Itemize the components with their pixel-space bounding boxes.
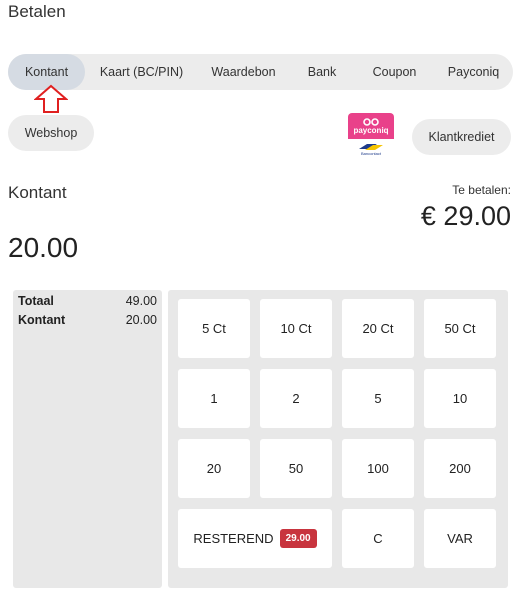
payconiq-logo-text: payconiq <box>353 125 389 135</box>
key-5[interactable]: 5 <box>342 369 414 428</box>
summary-value: 49.00 <box>125 294 157 308</box>
key-2[interactable]: 2 <box>260 369 332 428</box>
resterend-label: RESTEREND <box>193 531 274 546</box>
key-5ct[interactable]: 5 Ct <box>178 299 250 358</box>
bancontact-label: Bancontact <box>360 150 381 156</box>
key-100[interactable]: 100 <box>342 439 414 498</box>
page-title: Betalen <box>8 2 66 21</box>
summary-label: Totaal <box>18 294 54 308</box>
payconiq-infinity-icon <box>363 117 379 126</box>
method-coupon[interactable]: Coupon <box>355 54 434 90</box>
bancontact-icon <box>359 143 383 150</box>
remaining-badge: 29.00 <box>279 529 317 548</box>
method-kaart[interactable]: Kaart (BC/PIN) <box>85 54 198 90</box>
key-50[interactable]: 50 <box>260 439 332 498</box>
arrow-up-icon <box>34 84 68 113</box>
method-klantkrediet[interactable]: Klantkrediet <box>412 119 511 155</box>
key-50ct[interactable]: 50 Ct <box>424 299 496 358</box>
payment-method-bar: Kontant Kaart (BC/PIN) Waardebon Bank Co… <box>8 54 513 90</box>
method-bank[interactable]: Bank <box>289 54 355 90</box>
summary-value: 20.00 <box>125 313 157 327</box>
method-webshop[interactable]: Webshop <box>8 115 94 151</box>
key-10ct[interactable]: 10 Ct <box>260 299 332 358</box>
summary-row: Totaal 49.00 <box>18 294 157 308</box>
method-payconiq[interactable]: Payconiq <box>434 54 513 90</box>
amount-due-value: € 29.00 <box>420 201 511 231</box>
key-20ct[interactable]: 20 Ct <box>342 299 414 358</box>
key-clear[interactable]: C <box>342 509 414 568</box>
amount-due-label: Te betalen: <box>452 183 511 197</box>
summary-row: Kontant 20.00 <box>18 313 157 327</box>
cash-keypad: 5 Ct 10 Ct 20 Ct 50 Ct 1 2 5 10 20 50 10… <box>168 290 508 588</box>
key-200[interactable]: 200 <box>424 439 496 498</box>
summary-label: Kontant <box>18 313 66 327</box>
key-resterend[interactable]: RESTEREND 29.00 <box>178 509 332 568</box>
key-20[interactable]: 20 <box>178 439 250 498</box>
key-10[interactable]: 10 <box>424 369 496 428</box>
payconiq-logo[interactable]: payconiq Bancontact <box>348 113 394 159</box>
method-waardebon[interactable]: Waardebon <box>198 54 289 90</box>
section-title: Kontant <box>8 183 67 202</box>
key-1[interactable]: 1 <box>178 369 250 428</box>
key-var[interactable]: VAR <box>424 509 496 568</box>
entered-amount: 20.00 <box>8 232 79 263</box>
payment-summary: Totaal 49.00 Kontant 20.00 <box>13 290 162 588</box>
